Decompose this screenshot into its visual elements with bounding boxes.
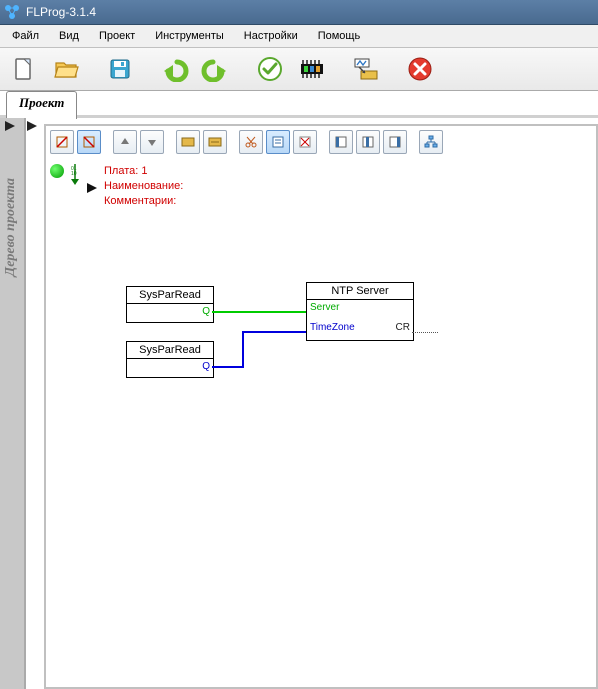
block-sysparread-1[interactable]: SysParRead Q bbox=[126, 286, 214, 323]
ct-cut[interactable] bbox=[239, 130, 263, 154]
info-block: 01 10 Плата: 1 Наименование: Комментарии… bbox=[46, 158, 596, 215]
ct-move-up[interactable] bbox=[113, 130, 137, 154]
menu-project[interactable]: Проект bbox=[89, 27, 145, 45]
compile-button[interactable] bbox=[292, 50, 332, 88]
ct-tree[interactable] bbox=[419, 130, 443, 154]
comment-label: Комментарии: bbox=[104, 194, 183, 209]
ct-board-a[interactable] bbox=[176, 130, 200, 154]
block-title: NTP Server bbox=[307, 283, 413, 300]
pin-server: Server bbox=[310, 302, 339, 313]
wire-green bbox=[212, 311, 306, 313]
name-label: Наименование: bbox=[104, 179, 183, 194]
ct-page-next[interactable] bbox=[383, 130, 407, 154]
upload-button[interactable] bbox=[346, 50, 386, 88]
board-label: Плата: bbox=[104, 165, 138, 177]
check-button[interactable] bbox=[250, 50, 290, 88]
panel-arrow-icon[interactable] bbox=[25, 120, 39, 135]
status-dot-icon bbox=[50, 164, 64, 178]
wire-blue-1 bbox=[212, 366, 244, 368]
pin-cr: CR bbox=[396, 322, 410, 333]
ct-page-first[interactable] bbox=[329, 130, 353, 154]
close-button[interactable] bbox=[400, 50, 440, 88]
ct-page-prev[interactable] bbox=[356, 130, 380, 154]
ct-compile-enable[interactable] bbox=[77, 130, 101, 154]
wire-blue-3 bbox=[242, 331, 306, 333]
menu-help[interactable]: Помощь bbox=[308, 27, 371, 45]
sidebar-arrow-right-icon[interactable] bbox=[3, 120, 17, 135]
redo-button[interactable] bbox=[196, 50, 236, 88]
main-toolbar bbox=[0, 48, 598, 91]
ct-del-note[interactable] bbox=[293, 130, 317, 154]
ct-note[interactable] bbox=[266, 130, 290, 154]
block-ntp-server[interactable]: NTP Server Server TimeZone CR bbox=[306, 282, 414, 341]
block-sysparread-2[interactable]: SysParRead Q bbox=[126, 341, 214, 378]
pin-q: Q bbox=[202, 361, 210, 372]
app-icon bbox=[4, 4, 20, 20]
ct-board-b[interactable] bbox=[203, 130, 227, 154]
window-title: FLProg-3.1.4 bbox=[26, 5, 96, 19]
sidebar: Дерево проекта bbox=[0, 118, 26, 689]
undo-button[interactable] bbox=[154, 50, 194, 88]
canvas-toolbar bbox=[46, 126, 596, 158]
board-value: 1 bbox=[141, 165, 147, 177]
canvas[interactable]: 01 10 Плата: 1 Наименование: Комментарии… bbox=[44, 124, 598, 689]
block-title: SysParRead bbox=[127, 342, 213, 359]
menu-tools[interactable]: Инструменты bbox=[145, 27, 234, 45]
menubar: Файл Вид Проект Инструменты Настройки По… bbox=[0, 25, 598, 48]
pin-q: Q bbox=[202, 306, 210, 317]
open-button[interactable] bbox=[46, 50, 86, 88]
tab-strip: Проект bbox=[0, 91, 598, 118]
wire-blue-2 bbox=[242, 331, 244, 368]
sidebar-label: Дерево проекта bbox=[3, 178, 19, 276]
svg-text:10: 10 bbox=[71, 171, 77, 177]
titlebar: FLProg-3.1.4 bbox=[0, 0, 598, 25]
block-title: SysParRead bbox=[127, 287, 213, 304]
pin-timezone: TimeZone bbox=[310, 322, 355, 333]
menu-file[interactable]: Файл bbox=[2, 27, 49, 45]
diagram[interactable]: SysParRead Q SysParRead Q NTP Server Ser… bbox=[96, 246, 576, 446]
tab-project[interactable]: Проект bbox=[6, 91, 77, 119]
menu-view[interactable]: Вид bbox=[49, 27, 89, 45]
wire-stub bbox=[412, 332, 438, 333]
play-right-icon bbox=[86, 183, 98, 196]
ct-compile-disable[interactable] bbox=[50, 130, 74, 154]
menu-settings[interactable]: Настройки bbox=[234, 27, 308, 45]
binary-down-icon: 01 10 bbox=[68, 164, 82, 186]
save-button[interactable] bbox=[100, 50, 140, 88]
new-button[interactable] bbox=[4, 50, 44, 88]
ct-move-down[interactable] bbox=[140, 130, 164, 154]
